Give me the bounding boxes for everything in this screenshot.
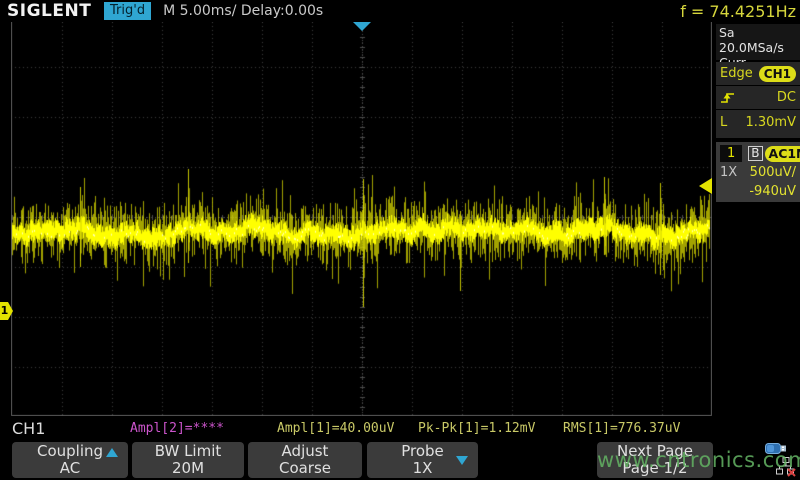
measurement-ampl2: Ampl[2]=**** xyxy=(130,421,224,436)
trigger-type-row: Edge CH1 xyxy=(716,62,800,86)
trigger-level-label: L xyxy=(720,115,727,130)
trigger-level-marker-icon[interactable] xyxy=(699,178,712,194)
menu-button-adjust[interactable]: Adjust Coarse xyxy=(248,442,362,478)
trigger-status-badge: Trig'd xyxy=(104,2,151,20)
menu-value: Coarse xyxy=(248,460,362,477)
oscilloscope-screen: SIGLENT Trig'd M 5.00ms/ Delay:0.00s f =… xyxy=(0,0,800,480)
top-status-bar: SIGLENT Trig'd M 5.00ms/ Delay:0.00s f =… xyxy=(0,0,800,22)
menu-label: Adjust xyxy=(248,443,362,460)
menu-button-bw-limit[interactable]: BW Limit 20M xyxy=(132,442,244,478)
waveform-display xyxy=(11,22,712,416)
trigger-panel[interactable]: Edge CH1 DC L 1.30mV xyxy=(716,62,800,138)
bandwidth-limit-badge: B xyxy=(748,146,762,161)
channel1-panel[interactable]: 1 B AC1M 1X 500uV/ -940uV xyxy=(716,142,800,202)
timebase-delay-readout: M 5.00ms/ Delay:0.00s xyxy=(163,3,323,19)
menu-button-probe[interactable]: Probe 1X xyxy=(367,442,478,478)
siglent-logo: SIGLENT xyxy=(7,1,102,21)
menu-value: AC xyxy=(12,460,128,477)
measurement-ampl1: Ampl[1]=40.00uV xyxy=(277,421,394,436)
frequency-counter: f = 74.4251Hz xyxy=(680,2,796,21)
vertical-offset: -940uV xyxy=(749,184,796,199)
trigger-type: Edge xyxy=(720,66,753,81)
rising-edge-icon xyxy=(720,90,736,105)
channel-label: CH1 xyxy=(12,419,45,438)
vertical-scale: 500uV/ xyxy=(750,165,796,180)
probe-attenuation: 1X xyxy=(720,165,737,180)
menu-value: 20M xyxy=(132,460,244,477)
chevron-up-icon xyxy=(106,448,118,457)
channel-number-badge: 1 xyxy=(720,145,742,162)
sample-rate: Sa 20.0MSa/s xyxy=(719,25,798,55)
trigger-position-marker-icon[interactable] xyxy=(353,22,371,31)
watermark: www.cntronics.com xyxy=(597,448,800,472)
trigger-level-value: 1.30mV xyxy=(745,115,796,130)
measurement-bar: CH1 Ampl[2]=**** Ampl[1]=40.00uV Pk-Pk[1… xyxy=(0,416,800,440)
trigger-level-row: L 1.30mV xyxy=(716,110,800,134)
channel-coupling-badge: AC1M xyxy=(765,146,800,162)
trigger-source-badge: CH1 xyxy=(759,66,796,82)
menu-button-coupling[interactable]: Coupling AC xyxy=(12,442,128,478)
trigger-slope-row: DC xyxy=(716,86,800,110)
trigger-coupling: DC xyxy=(777,90,796,105)
menu-label: BW Limit xyxy=(132,443,244,460)
measurement-pkpk1: Pk-Pk[1]=1.12mV xyxy=(418,421,535,436)
acquisition-panel: Sa 20.0MSa/s Curr 1.40Mpts xyxy=(716,24,800,60)
chevron-down-icon xyxy=(456,456,468,465)
measurement-rms1: RMS[1]=776.37uV xyxy=(563,421,680,436)
